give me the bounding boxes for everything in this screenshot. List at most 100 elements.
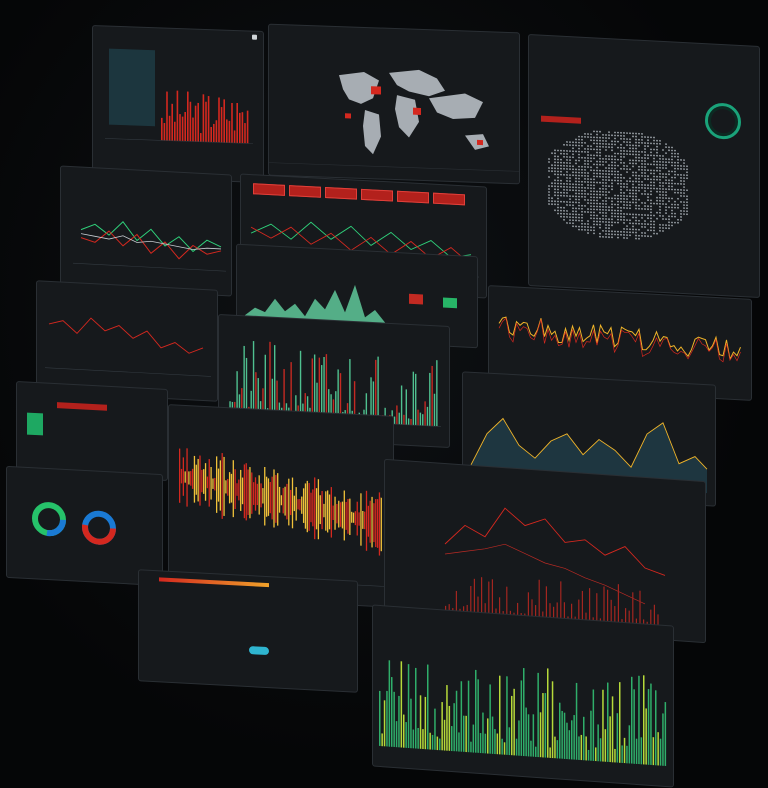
map-dot [659, 187, 661, 190]
map-dot [593, 202, 595, 205]
map-dot [668, 149, 670, 152]
bar [241, 112, 244, 144]
map-dot [596, 172, 598, 175]
map-dot [605, 206, 607, 208]
map-dot [623, 231, 625, 233]
bar [611, 696, 614, 763]
map-dot [647, 223, 649, 226]
map-dot [617, 170, 619, 173]
bar [290, 489, 292, 516]
action-button-b[interactable] [443, 297, 457, 309]
map-dot [638, 150, 640, 153]
map-dot [590, 157, 592, 160]
map-dot [581, 156, 583, 159]
map-dot [602, 157, 604, 160]
bar [247, 469, 249, 515]
bar [422, 729, 424, 750]
map-dot [656, 178, 658, 181]
bar [260, 483, 262, 508]
map-dot [587, 160, 589, 162]
map-dot [566, 192, 568, 194]
map-dot [665, 164, 667, 167]
map-dot [620, 155, 622, 158]
map-dot [620, 131, 622, 134]
map-dot [605, 236, 607, 238]
bar [617, 584, 620, 627]
map-dot [608, 236, 610, 239]
map-dot [662, 197, 664, 199]
bar [501, 738, 503, 755]
map-dot [557, 161, 559, 164]
bar [223, 99, 225, 143]
map-dot [641, 201, 643, 204]
bar [433, 393, 436, 427]
map-dot [590, 154, 592, 157]
map-dot [647, 139, 649, 142]
map-dot [602, 184, 604, 187]
map-dot [599, 217, 601, 220]
map-dot [671, 209, 673, 212]
map-dot [581, 189, 583, 192]
map-dot [560, 194, 562, 197]
bar [195, 464, 197, 495]
bar [523, 668, 525, 757]
action-button-a[interactable] [409, 293, 423, 305]
bar [181, 116, 184, 142]
bar [628, 725, 631, 764]
map-dot [590, 133, 592, 136]
map-dot [653, 223, 655, 226]
map-dot [611, 134, 613, 137]
map-dot [644, 214, 646, 216]
map-dot [659, 175, 661, 178]
map-dot [569, 219, 571, 222]
map-dot [632, 183, 634, 186]
toggle-icon[interactable] [249, 646, 269, 656]
map-dot [635, 132, 637, 135]
bar [652, 737, 655, 766]
map-dot [593, 211, 595, 214]
map-dot [584, 187, 586, 189]
map-dot [650, 220, 652, 223]
bar [415, 667, 417, 749]
map-dot [647, 184, 649, 187]
map-dot [590, 217, 592, 220]
map-dot [548, 170, 550, 172]
bar [226, 119, 228, 143]
map-dot [635, 198, 637, 201]
map-dot [626, 138, 628, 141]
bar [575, 682, 578, 760]
map-dot [554, 155, 556, 158]
map-dot [605, 161, 607, 163]
map-dot [575, 138, 577, 141]
map-dot [617, 152, 619, 155]
map-dot [548, 158, 550, 160]
map-dot [569, 180, 571, 183]
bar [417, 727, 419, 749]
map-dot [623, 192, 625, 194]
map-dot [611, 236, 613, 239]
map-dot [656, 139, 658, 142]
map-dot [644, 163, 646, 165]
map-dot [587, 199, 589, 201]
map-dot [578, 228, 580, 231]
map-dot [635, 195, 637, 198]
map-dot [593, 136, 595, 139]
map-dot [557, 203, 559, 206]
map-dot [623, 162, 625, 164]
bar [583, 716, 585, 761]
map-dot [578, 165, 580, 168]
map-dot [614, 209, 616, 212]
map-dot [563, 155, 565, 158]
map-dot [671, 221, 673, 224]
bar [210, 126, 213, 143]
map-dot [557, 194, 559, 197]
map-dot [656, 187, 658, 190]
bar [264, 354, 266, 418]
map-dot [650, 226, 652, 229]
map-dot [662, 158, 664, 160]
map-dot [611, 167, 613, 170]
bar [265, 476, 268, 517]
map-dot [572, 216, 574, 219]
map-dot [551, 167, 553, 170]
map-dot [650, 169, 652, 172]
